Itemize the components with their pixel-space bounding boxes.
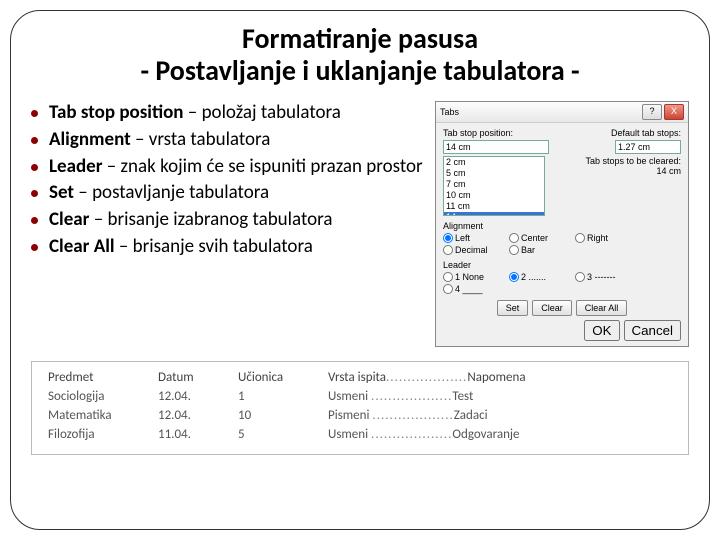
radio-bar[interactable]: Bar — [509, 245, 569, 255]
radio-leader-dots[interactable]: 2 ....... — [509, 272, 569, 282]
radio-leader-dashes[interactable]: 3 ------- — [575, 272, 635, 282]
radio-leader-under[interactable]: 4 ____ — [443, 284, 503, 294]
list-item: Clear – brisanje izabranog tabulatora — [31, 208, 427, 233]
clear-all-button[interactable]: Clear All — [576, 300, 628, 316]
list-item: Set – postavljanje tabulatora — [31, 181, 427, 206]
default-label: Default tab stops: — [611, 128, 681, 138]
tabs-dialog: Tabs ? X Tab stop position: Default tab … — [435, 101, 689, 347]
bullet-list: Tab stop position – položaj tabulatora A… — [31, 101, 427, 347]
cancel-button[interactable]: Cancel — [624, 320, 682, 341]
slide-title: Formatiranje pasusa - Postavljanje i ukl… — [31, 23, 689, 87]
radio-right[interactable]: Right — [575, 233, 635, 243]
list-item: Clear All – brisanje svih tabulatora — [31, 235, 427, 260]
tab-stop-list[interactable]: 2 cm 5 cm 7 cm 10 cm 11 cm 14 cm — [443, 156, 545, 216]
tab-pos-label: Tab stop position: — [443, 128, 513, 138]
alignment-label: Alignment — [443, 221, 681, 231]
ok-button[interactable]: OK — [584, 320, 619, 341]
set-button[interactable]: Set — [497, 300, 529, 316]
example-table: Predmet Datum Učionica Vrsta ispita.....… — [31, 361, 689, 455]
list-item: Leader – znak kojim će se ispuniti praza… — [31, 155, 427, 180]
list-item: Alignment – vrsta tabulatora — [31, 128, 427, 153]
tab-pos-input[interactable] — [443, 140, 549, 154]
radio-left[interactable]: Left — [443, 233, 503, 243]
clear-button[interactable]: Clear — [532, 300, 572, 316]
radio-decimal[interactable]: Decimal — [443, 245, 503, 255]
radio-leader-none[interactable]: 1 None — [443, 272, 503, 282]
cleared-label: Tab stops to be cleared: — [561, 156, 681, 166]
list-item: Tab stop position – položaj tabulatora — [31, 101, 427, 126]
close-button[interactable]: X — [664, 104, 684, 120]
dialog-title: Tabs — [440, 107, 459, 117]
help-button[interactable]: ? — [642, 104, 662, 120]
leader-label: Leader — [443, 260, 681, 270]
default-input[interactable] — [615, 140, 681, 154]
cleared-value: 14 cm — [561, 166, 681, 176]
radio-center[interactable]: Center — [509, 233, 569, 243]
